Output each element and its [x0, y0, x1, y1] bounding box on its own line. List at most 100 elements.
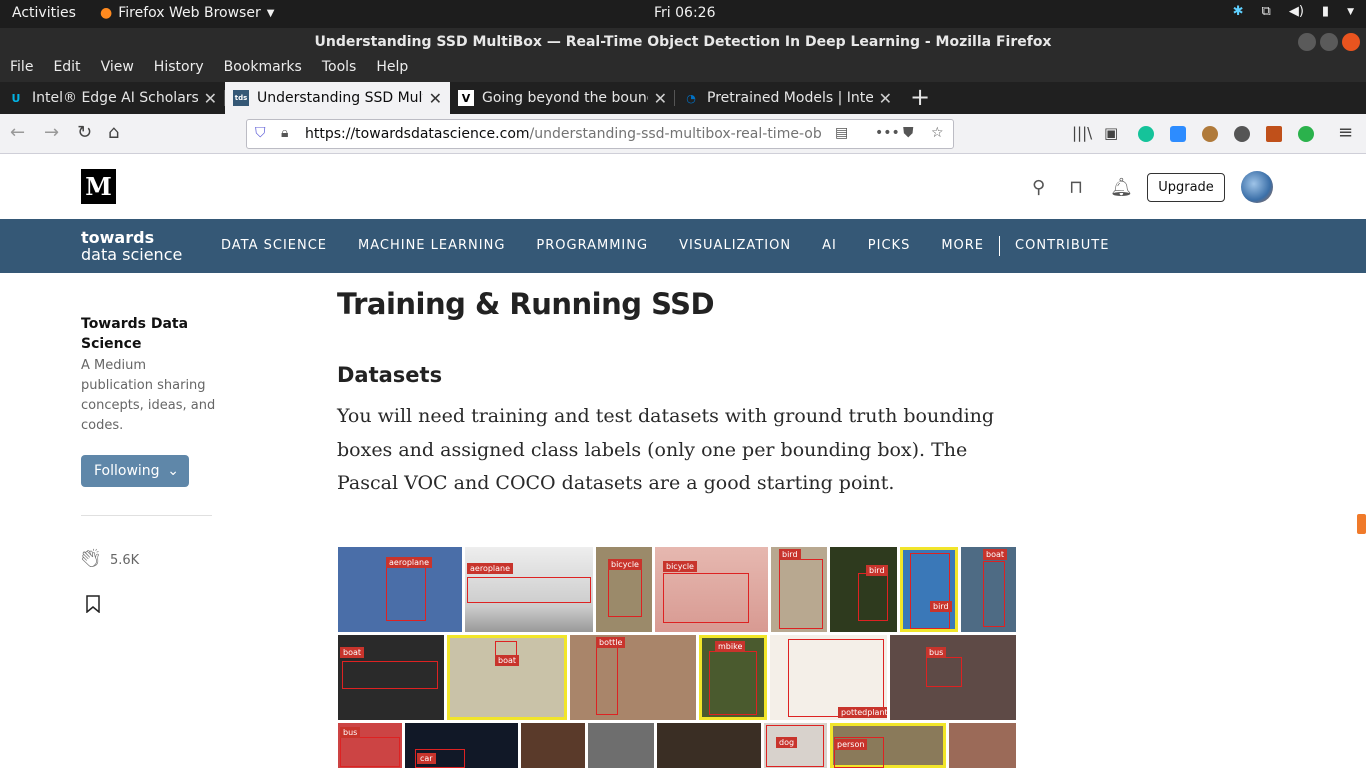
back-icon[interactable]: ←: [10, 122, 25, 143]
tab-intel-edge[interactable]: U Intel® Edge AI Scholarsh ✕: [0, 82, 225, 114]
nav-more[interactable]: MORE: [941, 238, 984, 256]
pocket-icon[interactable]: ⛊: [903, 125, 914, 141]
close-tab-icon[interactable]: ✕: [204, 89, 217, 108]
hamburger-menu-icon[interactable]: ≡: [1338, 122, 1353, 143]
url-bar[interactable]: ⛉ 🔒︎ https://towardsdatascience.com/unde…: [246, 119, 954, 149]
medium-header: M ⚲ ⊓ 🔔︎ Upgrade: [0, 155, 1366, 219]
clock[interactable]: Fri 06:26: [654, 5, 715, 21]
sidebar-icon[interactable]: ▣: [1104, 124, 1118, 142]
upgrade-button[interactable]: Upgrade: [1147, 173, 1225, 202]
example-mbike: mbike: [699, 635, 767, 720]
menu-edit[interactable]: Edit: [43, 56, 90, 82]
menu-bookmarks[interactable]: Bookmarks: [214, 56, 312, 82]
bookmark-icon[interactable]: [86, 595, 100, 613]
label-car: car: [417, 753, 436, 764]
nav-contribute[interactable]: CONTRIBUTE: [1015, 238, 1109, 256]
tab-title: Intel® Edge AI Scholarsh: [32, 90, 198, 106]
nav-visualization[interactable]: VISUALIZATION: [679, 238, 791, 256]
extension-icon[interactable]: [1266, 126, 1282, 142]
tab-pretrained-models[interactable]: ◔ Pretrained Models | Intel ✕: [675, 82, 900, 114]
new-tab-button[interactable]: +: [900, 82, 940, 114]
avatar[interactable]: [1241, 171, 1273, 203]
zoom-icon[interactable]: [1170, 126, 1186, 142]
label-bus: bus: [340, 727, 361, 738]
following-button[interactable]: Following ⌄: [81, 455, 189, 487]
activities-button[interactable]: Activities: [12, 5, 76, 21]
nav-programming[interactable]: PROGRAMMING: [536, 238, 648, 256]
menu-view[interactable]: View: [91, 56, 144, 82]
nav-ai[interactable]: AI: [822, 238, 837, 256]
url-domain: https://towardsdatascience.com: [305, 126, 530, 142]
reader-view-icon[interactable]: ▤: [835, 125, 848, 141]
clap-count: 5.6K: [110, 553, 140, 568]
tab-understanding-ssd[interactable]: tds Understanding SSD Multi ✕: [225, 82, 450, 114]
publication-description: A Medium publication sharing concepts, i…: [81, 358, 216, 433]
example-aeroplane-1: aeroplane: [338, 547, 462, 632]
chevron-down-icon: ⌄: [167, 463, 179, 479]
tab-going-beyond[interactable]: V Going beyond the bound ✕: [450, 82, 675, 114]
label-aeroplane: aeroplane: [467, 563, 514, 574]
example-bird-2: bird: [830, 547, 897, 632]
cookie-icon[interactable]: [1202, 126, 1218, 142]
dataset-examples-image: aeroplane aeroplane bicycle bicycle bird…: [338, 547, 1016, 768]
clap-icon[interactable]: 👏︎: [79, 548, 102, 569]
close-tab-icon[interactable]: ✕: [879, 89, 892, 108]
page-actions-icon[interactable]: •••: [875, 125, 900, 141]
publication-title[interactable]: Towards Data Science: [81, 314, 211, 354]
scrollbar-thumb[interactable]: [1357, 514, 1366, 534]
menu-history[interactable]: History: [144, 56, 214, 82]
url-text[interactable]: https://towardsdatascience.com/understan…: [305, 126, 825, 142]
search-icon[interactable]: ⚲: [1032, 177, 1045, 198]
star-icon[interactable]: ☆: [931, 125, 944, 141]
window-controls[interactable]: [1298, 33, 1360, 51]
home-icon[interactable]: ⌂: [108, 122, 119, 143]
grammarly-icon[interactable]: [1138, 126, 1154, 142]
bookmarks-icon[interactable]: ⊓: [1069, 177, 1083, 198]
medium-logo[interactable]: M: [81, 169, 116, 204]
example-bicycle-1: bicycle: [596, 547, 652, 632]
tds-logo[interactable]: towards data science: [81, 229, 182, 263]
reload-icon[interactable]: ↻: [77, 122, 92, 143]
system-tray[interactable]: ✱ ⧉ ◀) ▮ ▼: [1233, 4, 1354, 19]
menu-help[interactable]: Help: [366, 56, 418, 82]
tab-title: Pretrained Models | Intel: [707, 90, 873, 106]
accessibility-icon[interactable]: ✱: [1233, 4, 1244, 19]
label-aeroplane: aeroplane: [386, 557, 433, 568]
account-icon[interactable]: [1234, 126, 1250, 142]
volume-icon[interactable]: ◀): [1289, 4, 1304, 19]
udacity-icon: U: [11, 91, 21, 105]
close-window-button[interactable]: [1342, 33, 1360, 51]
forward-icon[interactable]: →: [44, 122, 59, 143]
nav-data-science[interactable]: DATA SCIENCE: [221, 238, 327, 256]
example-pottedplant: pottedplant: [770, 635, 887, 720]
maximize-button[interactable]: [1320, 33, 1338, 51]
label-bird: bird: [779, 549, 801, 560]
menu-tools[interactable]: Tools: [312, 56, 367, 82]
example-boat-3: boat: [447, 635, 567, 720]
nav-machine-learning[interactable]: MACHINE LEARNING: [358, 238, 505, 256]
example-person-2: person: [830, 723, 946, 768]
menu-file[interactable]: File: [0, 56, 43, 82]
lock-icon[interactable]: 🔒︎: [281, 125, 288, 141]
bell-icon[interactable]: 🔔︎: [1110, 177, 1133, 198]
extension-green-icon[interactable]: [1298, 126, 1314, 142]
label-dog: dog: [776, 737, 798, 748]
label-boat: boat: [983, 549, 1008, 560]
minimize-button[interactable]: [1298, 33, 1316, 51]
chevron-down-icon[interactable]: ▼: [1347, 7, 1354, 17]
label-bird: bird: [930, 601, 952, 612]
example-person-1: [521, 723, 585, 768]
menu-bar: File Edit View History Bookmarks Tools H…: [0, 56, 1366, 82]
library-icon[interactable]: |||\: [1072, 124, 1092, 142]
battery-icon[interactable]: ▮: [1322, 4, 1329, 19]
close-tab-icon[interactable]: ✕: [429, 89, 442, 108]
nav-picks[interactable]: PICKS: [868, 238, 911, 256]
label-person: person: [834, 739, 868, 750]
close-tab-icon[interactable]: ✕: [654, 89, 667, 108]
tds-logo-line2: data science: [81, 245, 183, 264]
app-menu[interactable]: ● Firefox Web Browser ▼: [100, 5, 274, 21]
shield-icon[interactable]: ⛉: [255, 125, 266, 141]
network-icon[interactable]: ⧉: [1262, 4, 1271, 19]
label-boat: boat: [495, 655, 520, 666]
chevron-down-icon: ▼: [266, 7, 275, 19]
